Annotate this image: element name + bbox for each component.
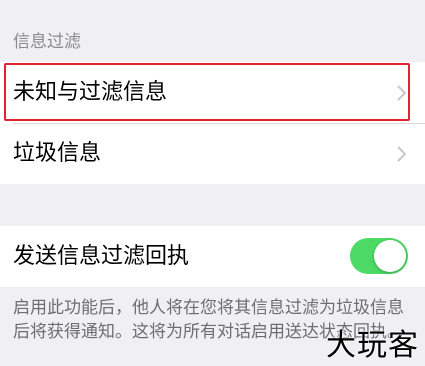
toggle-switch[interactable] <box>350 238 408 274</box>
row-label-send-filter-receipt: 发送信息过滤回执 <box>13 243 190 269</box>
row-junk[interactable]: 垃圾信息 <box>0 123 425 184</box>
row-label-junk: 垃圾信息 <box>13 140 102 166</box>
highlight-box <box>4 63 410 121</box>
watermark: 大玩客 <box>326 328 419 363</box>
row-send-filter-receipt: 发送信息过滤回执 <box>0 226 425 287</box>
section-header: 信息过滤 <box>13 32 81 52</box>
toggle-knob <box>374 240 406 272</box>
receipt-settings-group: 发送信息过滤回执 <box>0 226 425 287</box>
chevron-right-icon <box>397 146 406 161</box>
